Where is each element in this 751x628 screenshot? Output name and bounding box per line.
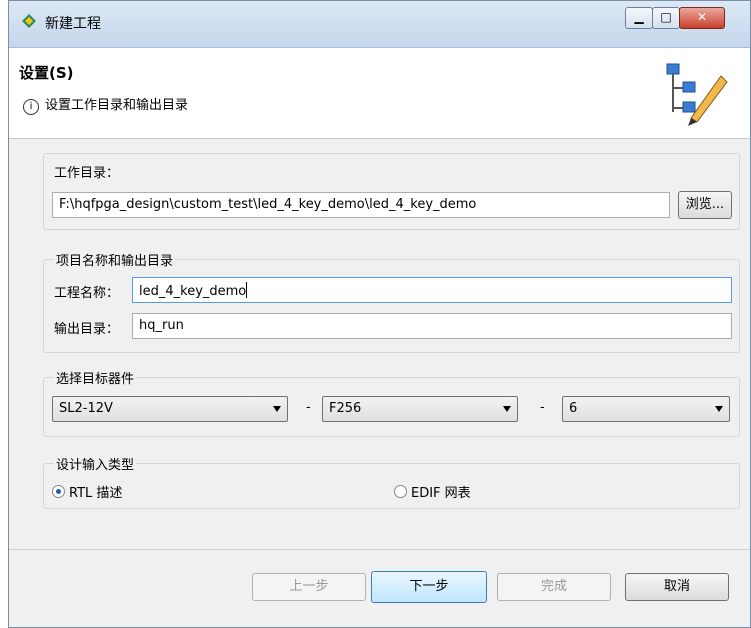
text-cursor xyxy=(246,282,248,298)
device-speed-select[interactable]: 6 xyxy=(562,396,730,422)
radio-edif-label: EDIF 网表 xyxy=(411,486,471,501)
window-title: 新建工程 xyxy=(45,16,101,32)
device-package-value: F256 xyxy=(329,401,362,416)
device-family-select[interactable]: SL2-12V xyxy=(52,396,288,422)
close-button[interactable]: ✕ xyxy=(679,7,725,29)
minimize-button[interactable]: ▁ xyxy=(625,7,653,29)
workdir-input[interactable]: F:\hqfpga_design\custom_test\led_4_key_d… xyxy=(52,192,670,218)
chevron-down-icon xyxy=(715,406,723,412)
radio-unselected-icon xyxy=(394,485,407,498)
close-icon: ✕ xyxy=(696,10,708,24)
device-family-value: SL2-12V xyxy=(59,401,113,416)
maximize-button[interactable]: □ xyxy=(652,7,680,29)
workdir-group: 工作目录： F:\hqfpga_design\custom_test\led_4… xyxy=(43,153,740,230)
project-name-label: 工程名称： xyxy=(54,286,120,301)
device-group-label: 选择目标器件 xyxy=(54,368,137,387)
cancel-button[interactable]: 取消 xyxy=(625,573,729,601)
browse-button[interactable]: 浏览... xyxy=(678,191,732,219)
finish-button[interactable]: 完成 xyxy=(497,573,611,601)
radio-rtl-label: RTL 描述 xyxy=(69,486,123,501)
footer-divider xyxy=(9,549,750,550)
device-package-select[interactable]: F256 xyxy=(322,396,518,422)
separator-dash: - xyxy=(540,400,545,415)
title-bar[interactable]: 新建工程 ▁ □ ✕ xyxy=(9,1,750,48)
prev-button[interactable]: 上一步 xyxy=(252,573,366,601)
radio-selected-icon xyxy=(52,485,65,498)
wizard-header: 设置(S) i 设置工作目录和输出目录 xyxy=(9,48,750,139)
separator-dash: - xyxy=(306,400,311,415)
input-type-group-label: 设计输入类型 xyxy=(54,454,137,473)
project-group: 项目名称和输出目录 工程名称： led_4_key_demo 输出目录： hq_… xyxy=(43,250,740,353)
device-group: 选择目标器件 SL2-12V - F256 - 6 xyxy=(43,368,740,437)
page-subtitle: i 设置工作目录和输出目录 xyxy=(23,94,188,115)
workdir-label: 工作目录： xyxy=(54,166,120,181)
project-group-label: 项目名称和输出目录 xyxy=(54,250,176,269)
project-name-input[interactable]: led_4_key_demo xyxy=(132,277,732,303)
subtitle-text: 设置工作目录和输出目录 xyxy=(45,98,189,113)
next-button[interactable]: 下一步 xyxy=(371,571,487,603)
page-title: 设置(S) xyxy=(19,64,74,82)
chevron-down-icon xyxy=(503,406,511,412)
output-dir-label: 输出目录： xyxy=(54,322,120,337)
input-type-group: 设计输入类型 RTL 描述 EDIF 网表 xyxy=(43,454,740,509)
output-dir-input[interactable]: hq_run xyxy=(132,313,732,339)
project-name-value: led_4_key_demo xyxy=(139,284,247,299)
chevron-down-icon xyxy=(273,406,281,412)
maximize-icon: □ xyxy=(660,10,672,24)
wizard-tree-pencil-icon xyxy=(666,63,728,126)
info-icon: i xyxy=(23,99,39,115)
radio-edif[interactable]: EDIF 网表 xyxy=(394,482,471,501)
minimize-icon: ▁ xyxy=(634,10,644,24)
radio-rtl[interactable]: RTL 描述 xyxy=(52,482,122,501)
app-icon xyxy=(22,14,36,28)
new-project-dialog: 新建工程 ▁ □ ✕ 设置(S) i 设置工作目录和输出目录 工作目录： F:\h… xyxy=(8,0,751,628)
device-speed-value: 6 xyxy=(569,401,578,416)
